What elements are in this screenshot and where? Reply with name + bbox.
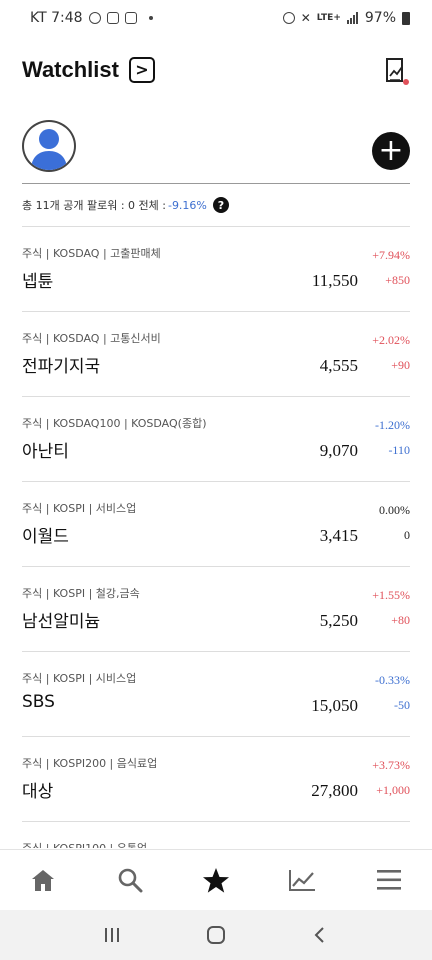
stock-change-percent: +7.94% — [372, 248, 410, 262]
chart-icon — [289, 870, 316, 891]
stock-price: 11,550 — [311, 271, 358, 290]
stock-meta: 주식 | KOSPI200 | 음식료업 — [22, 757, 158, 770]
nav-menu[interactable] — [369, 860, 409, 900]
page-title: Watchlist — [22, 57, 119, 82]
stock-name: 남선알미늄 — [22, 612, 101, 632]
bottom-nav — [0, 849, 432, 910]
stock-meta: 주식 | KOSDAQ | 고출판매체 — [22, 247, 161, 260]
summary-text: 총 11개 공개 팔로워 : 0 전체 : — [22, 199, 166, 212]
stock-change-amount: -110 — [388, 443, 410, 457]
user-avatar-icon — [31, 129, 67, 170]
stock-row[interactable]: 주식 | KOSPI | 서비스업 이월드 3,415 0.00% 0 — [22, 482, 410, 567]
stock-change-amount: +90 — [391, 358, 410, 372]
stock-name: 넵튠 — [22, 272, 54, 292]
message-icon — [88, 12, 101, 24]
stock-name: SBS — [22, 692, 55, 712]
stock-price: 5,250 — [319, 611, 358, 630]
stock-change-percent: 0.00% — [379, 503, 410, 517]
stock-meta: 주식 | KOSPI | 시비스업 — [22, 672, 137, 685]
nav-home[interactable] — [23, 860, 63, 900]
recent-apps-icon[interactable] — [103, 926, 121, 944]
summary-rate: -9.16% — [167, 198, 207, 212]
instagram-icon-2 — [124, 12, 137, 24]
watchlist-select-button[interactable]: > — [128, 57, 155, 83]
network-label: LTE+ — [316, 13, 341, 23]
stock-name: 이월드 — [22, 527, 69, 547]
stock-row[interactable]: 주식 | KOSDAQ | 고출판매체 넵튠 11,550 +7.94% +85… — [22, 227, 410, 312]
search-icon — [118, 868, 143, 893]
menu-icon — [376, 870, 401, 890]
stock-change-amount: +1,000 — [376, 783, 410, 797]
watchlist-summary: 총 11개 공개 팔로워 : 0 전체 : -9.16% ? — [22, 196, 410, 214]
stock-change-amount: +80 — [391, 613, 410, 627]
stock-name: 대상 — [22, 782, 54, 802]
status-left: KT 7:48 — [30, 10, 153, 26]
stock-price: 9,070 — [319, 441, 358, 460]
divider — [22, 183, 410, 184]
stock-row[interactable]: 주식 | KOSPI100 | 유통업 — [22, 822, 410, 848]
stock-row[interactable]: 주식 | KOSDAQ | 고통신서비 전파기지국 4,555 +2.02% +… — [22, 312, 410, 397]
stock-name: 전파기지국 — [22, 357, 101, 377]
stock-price: 3,415 — [319, 526, 358, 545]
more-notifications-icon — [148, 16, 153, 20]
signal-icon — [346, 12, 358, 24]
stock-row[interactable]: 주식 | KOSPI | 철강,금속 남선알미늄 5,250 +1.55% +8… — [22, 567, 410, 652]
stock-change-amount: 0 — [404, 528, 410, 542]
stock-price: 15,050 — [311, 696, 358, 715]
instagram-icon — [106, 12, 119, 24]
help-icon[interactable]: ? — [212, 197, 229, 213]
stock-row[interactable]: 주식 | KOSPI | 시비스업 SBS 15,050 -0.33% -50 — [22, 652, 410, 737]
avatar[interactable] — [22, 120, 76, 172]
stock-change-percent: +1.55% — [372, 588, 410, 602]
stock-meta: 주식 | KOSPI | 서비스업 — [22, 502, 137, 515]
stock-meta: 주식 | KOSPI | 철강,금속 — [22, 587, 140, 600]
system-nav-bar — [0, 910, 432, 960]
stock-change-percent: -1.20% — [375, 418, 410, 432]
nav-search[interactable] — [110, 860, 150, 900]
stock-list: 주식 | KOSDAQ | 고출판매체 넵튠 11,550 +7.94% +85… — [22, 227, 410, 848]
status-right: ✕ LTE+ 97% — [282, 10, 410, 26]
alarm-icon — [282, 12, 295, 24]
report-icon[interactable] — [384, 56, 410, 86]
stock-change-amount: -50 — [394, 698, 410, 712]
stock-meta: 주식 | KOSPI100 | 유통업 — [22, 840, 147, 848]
stock-change-percent: +3.73% — [372, 758, 410, 772]
home-icon — [32, 870, 55, 891]
stock-price: 4,555 — [319, 356, 358, 375]
stock-row[interactable]: 주식 | KOSPI200 | 음식료업 대상 27,800 +3.73% +1… — [22, 737, 410, 822]
nav-chart[interactable] — [282, 860, 322, 900]
header: Watchlist > — [22, 52, 410, 88]
battery-icon — [402, 11, 410, 25]
stock-change-percent: -0.33% — [375, 673, 410, 687]
stock-name: 아난티 — [22, 442, 69, 462]
mute-icon: ✕ — [300, 11, 311, 25]
stock-meta: 주식 | KOSDAQ100 | KOSDAQ(종합) — [22, 417, 207, 430]
stock-meta: 주식 | KOSDAQ | 고통신서비 — [22, 332, 161, 345]
back-icon[interactable] — [311, 926, 329, 944]
carrier-time: KT 7:48 — [30, 10, 83, 26]
home-button-icon[interactable] — [206, 925, 226, 945]
nav-watchlist[interactable] — [196, 860, 236, 900]
stock-row[interactable]: 주식 | KOSDAQ100 | KOSDAQ(종합) 아난티 9,070 -1… — [22, 397, 410, 482]
profile-row: + — [22, 118, 410, 174]
battery-percent: 97% — [364, 10, 396, 26]
stock-change-percent: +2.02% — [372, 333, 410, 347]
add-stock-button[interactable]: + — [372, 132, 410, 170]
stock-change-amount: +850 — [385, 273, 410, 287]
star-icon — [202, 867, 229, 893]
status-bar: KT 7:48 ✕ LTE+ 97% — [0, 0, 432, 36]
stock-price: 27,800 — [311, 781, 358, 800]
